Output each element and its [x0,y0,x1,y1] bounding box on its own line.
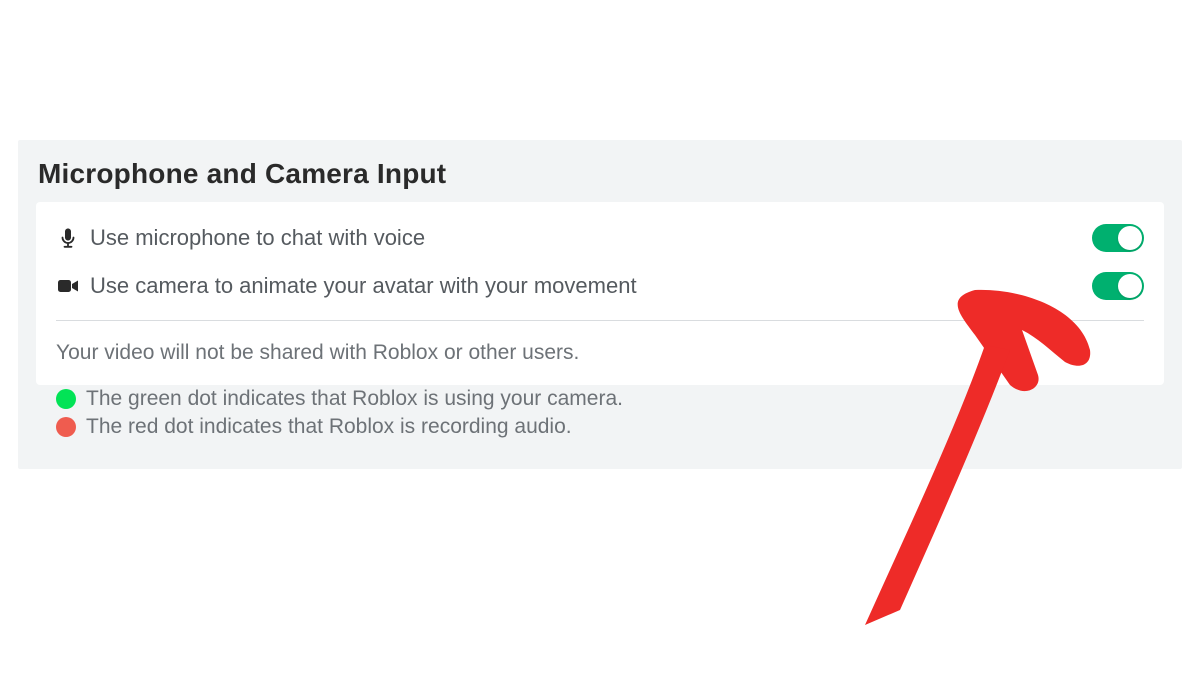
toggle-use-microphone[interactable] [1092,224,1144,252]
row-camera-label: Use camera to animate your avatar with y… [90,273,1092,299]
row-microphone-label: Use microphone to chat with voice [90,225,1092,251]
green-dot-icon [56,389,76,409]
legend-row-camera: The green dot indicates that Roblox is u… [56,385,1164,413]
microphone-icon [56,227,80,249]
toggle-knob [1118,274,1142,298]
settings-section-microphone-camera: Microphone and Camera Input Use micropho… [18,140,1182,469]
settings-card: Use microphone to chat with voice Use ca… [36,202,1164,385]
toggle-knob [1118,226,1142,250]
indicator-legend: The green dot indicates that Roblox is u… [56,385,1164,441]
row-use-camera: Use camera to animate your avatar with y… [56,262,1144,310]
video-camera-icon [56,278,80,294]
video-privacy-note-text: Your video will not be shared with Roblo… [56,341,579,364]
legend-red-text: The red dot indicates that Roblox is rec… [86,415,572,439]
red-dot-icon [56,417,76,437]
row-use-microphone: Use microphone to chat with voice [56,214,1144,262]
divider [56,320,1144,321]
section-title: Microphone and Camera Input [38,158,1162,190]
toggle-use-camera[interactable] [1092,272,1144,300]
legend-green-text: The green dot indicates that Roblox is u… [86,387,623,411]
video-privacy-note: Your video will not be shared with Roblo… [56,337,1144,381]
legend-row-audio: The red dot indicates that Roblox is rec… [56,413,1164,441]
